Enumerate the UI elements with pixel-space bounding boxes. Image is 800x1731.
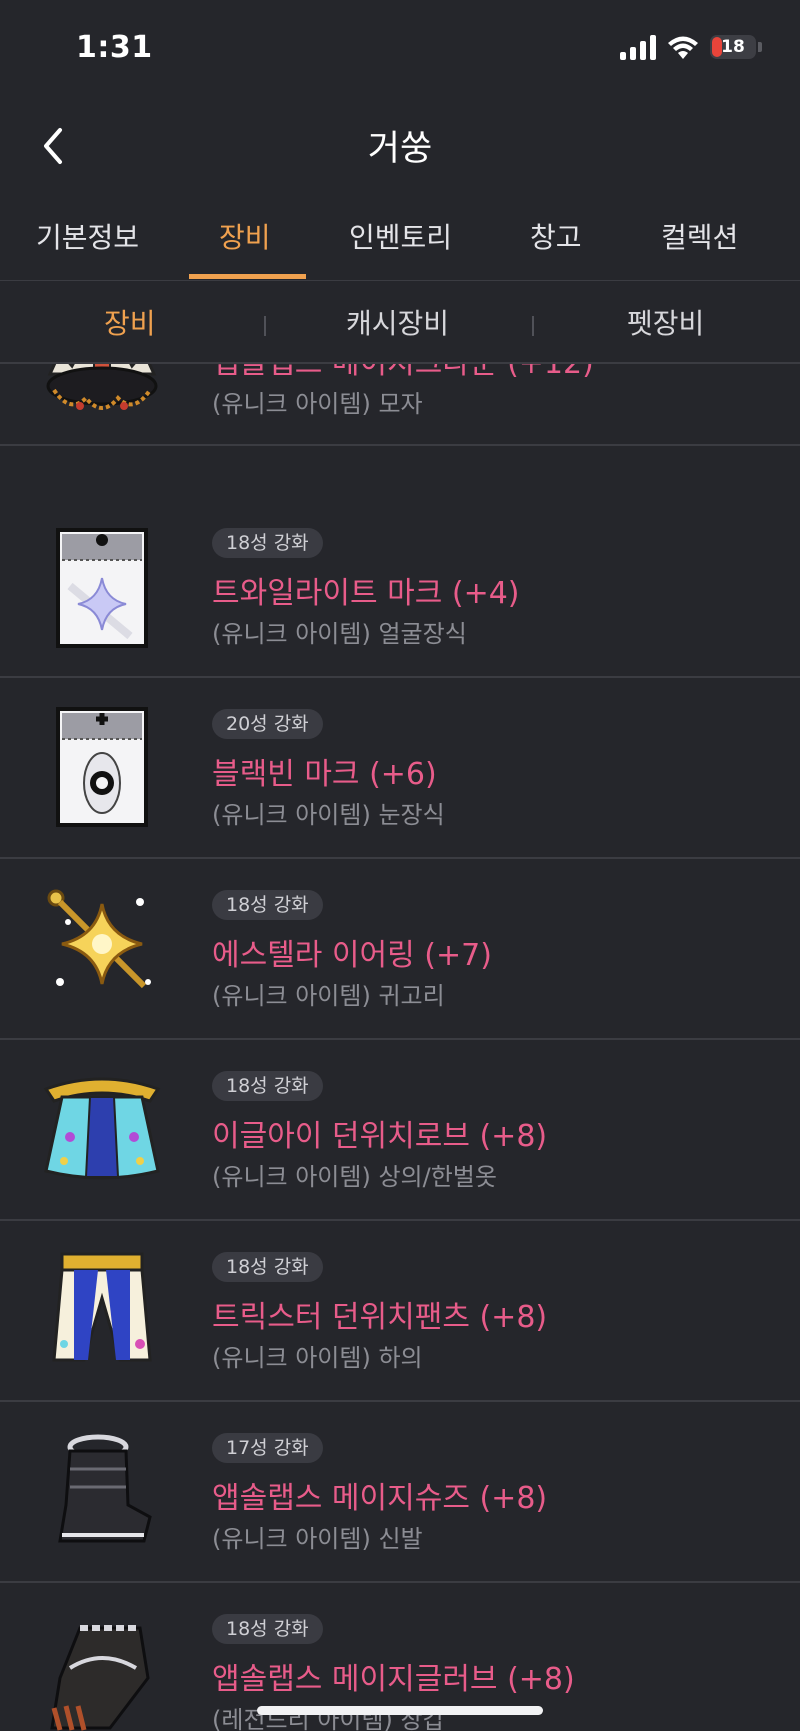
equipment-row[interactable]: 18성 강화 트릭스터 던위치팬츠 (+8) (유니크 아이템) 하의: [0, 1220, 800, 1402]
status-bar: 1:31 18: [0, 0, 800, 100]
equipment-row[interactable]: 20성 강화 블랙빈 마크 (+6) (유니크 아이템) 눈장식: [0, 677, 800, 859]
enhance-badge: 18성 강화: [212, 890, 323, 920]
tab-storage[interactable]: 창고: [530, 216, 582, 256]
wizard-crown-icon: [46, 364, 158, 410]
tab-inventory[interactable]: 인벤토리: [349, 216, 452, 256]
home-indicator[interactable]: [257, 1706, 543, 1715]
equipment-row[interactable]: 18성 강화 에스텔라 이어링 (+7) (유니크 아이템) 귀고리: [0, 858, 800, 1040]
equipment-row[interactable]: 18성 강화 이글아이 던위치로브 (+8) (유니크 아이템) 상의/한벌옷: [0, 1039, 800, 1221]
item-name: 트릭스터 던위치팬츠 (+8): [212, 1300, 548, 1335]
equipment-list: 앱솔랩스 메이지크라운 (+12) (유니크 아이템) 모자 18성 강화 트와…: [0, 364, 800, 1731]
equipment-row[interactable]: 앱솔랩스 메이지크라운 (+12) (유니크 아이템) 모자: [0, 364, 800, 446]
cellular-signal-icon: [620, 34, 656, 60]
item-name: 블랙빈 마크 (+6): [212, 757, 437, 792]
twilight-mark-icon: [56, 528, 148, 648]
mage-glove-icon: [50, 1625, 150, 1731]
item-name: 앱솔랩스 메이지크라운 (+12): [212, 364, 594, 382]
item-detail: (유니크 아이템) 모자: [212, 390, 423, 418]
status-icons: 18: [620, 34, 762, 60]
subtab-divider: [264, 316, 266, 336]
item-detail: (유니크 아이템) 신발: [212, 1525, 423, 1553]
sub-tab-bar: 장비 캐시장비 펫장비: [0, 282, 800, 364]
item-detail: (유니크 아이템) 눈장식: [212, 801, 445, 829]
enhance-badge: 18성 강화: [212, 1614, 323, 1644]
enhance-badge: 17성 강화: [212, 1433, 323, 1463]
enhance-badge: 18성 강화: [212, 1252, 323, 1282]
subtab-equipment[interactable]: 장비: [104, 302, 156, 342]
dunwitch-robe-icon: [43, 1077, 161, 1180]
tab-basic-info[interactable]: 기본정보: [36, 216, 139, 256]
subtab-pet-equipment[interactable]: 펫장비: [627, 302, 704, 342]
tab-equipment[interactable]: 장비: [219, 216, 271, 256]
enhance-badge: 20성 강화: [212, 709, 323, 739]
equipment-row[interactable]: 18성 강화 트와일라이트 마크 (+4) (유니크 아이템) 얼굴장식: [0, 496, 800, 678]
enhance-badge: 18성 강화: [212, 1071, 323, 1101]
enhance-badge: 18성 강화: [212, 528, 323, 558]
subtab-divider: [532, 316, 534, 336]
item-name: 트와일라이트 마크 (+4): [212, 576, 520, 611]
item-name: 이글아이 던위치로브 (+8): [212, 1119, 548, 1154]
subtab-cash-equipment[interactable]: 캐시장비: [346, 302, 449, 342]
item-detail: (유니크 아이템) 상의/한벌옷: [212, 1163, 497, 1191]
item-name: 앱솔랩스 메이지슈즈 (+8): [212, 1481, 548, 1516]
item-detail: (유니크 아이템) 하의: [212, 1344, 423, 1372]
main-tab-bar: 기본정보 장비 인벤토리 창고 컬렉션: [0, 206, 800, 281]
item-name: 앱솔랩스 메이지글러브 (+8): [212, 1662, 575, 1697]
item-detail: (유니크 아이템) 얼굴장식: [212, 620, 467, 648]
item-name: 에스텔라 이어링 (+7): [212, 938, 492, 973]
battery-icon: 18: [710, 35, 756, 59]
status-time: 1:31: [76, 30, 153, 65]
dunwitch-pants-icon: [52, 1252, 152, 1362]
tab-collection[interactable]: 컬렉션: [661, 216, 738, 256]
item-detail: (유니크 아이템) 귀고리: [212, 982, 445, 1010]
blackbean-mark-icon: [56, 707, 148, 827]
battery-level: 18: [721, 37, 745, 57]
wifi-icon: [668, 36, 698, 59]
item-detail: (레전드리 아이템) 장갑: [212, 1706, 445, 1731]
app-header: 거쑹: [0, 100, 800, 190]
mage-shoes-icon: [58, 1434, 152, 1543]
page-title: 거쑹: [367, 129, 433, 169]
active-tab-indicator: [189, 274, 306, 279]
estella-earring-icon: [47, 889, 151, 989]
equipment-row[interactable]: 17성 강화 앱솔랩스 메이지슈즈 (+8) (유니크 아이템) 신발: [0, 1401, 800, 1583]
